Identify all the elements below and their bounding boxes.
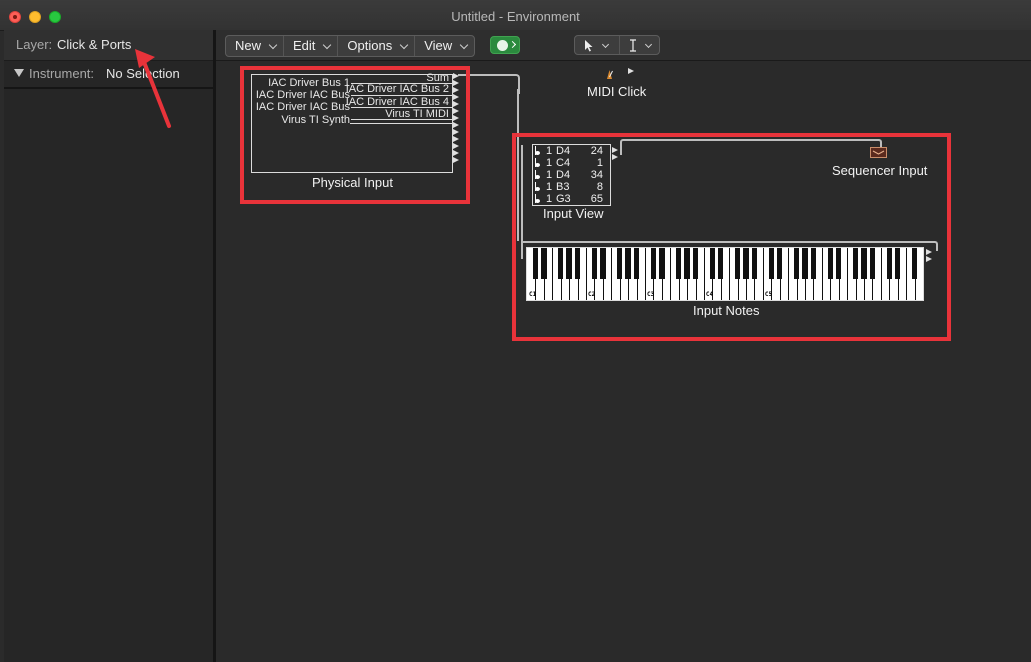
- midi-thru-button[interactable]: [490, 36, 520, 54]
- text-tool-icon[interactable]: [628, 39, 638, 52]
- pointer-tool-icon[interactable]: [584, 39, 594, 52]
- disclosure-triangle-icon[interactable]: [14, 69, 24, 77]
- highlight-frame-input-objects: [512, 133, 951, 341]
- chevron-down-icon: [399, 40, 409, 50]
- chevron-down-icon: [268, 40, 278, 50]
- edit-menu-label: Edit: [293, 38, 316, 53]
- annotation-arrow-icon: [135, 49, 171, 128]
- view-menu[interactable]: View: [415, 36, 474, 56]
- environment-canvas[interactable]: IAC Driver Bus 1 IAC Driver IAC Bus IAC …: [216, 61, 1031, 662]
- environment-toolbar: New Edit Options View: [216, 30, 1031, 61]
- instrument-label: Instrument:: [29, 66, 95, 81]
- options-menu[interactable]: Options: [338, 36, 416, 56]
- chevron-down-icon: [459, 40, 469, 50]
- tool-separator: [619, 36, 620, 54]
- title-bar: Untitled - Environment: [0, 0, 1031, 31]
- chevron-down-icon[interactable]: [644, 40, 653, 49]
- local-menu-bar: New Edit Options View: [225, 35, 476, 57]
- layer-label: Layer:: [16, 37, 53, 52]
- chevron-down-icon: [323, 40, 332, 50]
- midi-click-outlet[interactable]: [628, 68, 634, 75]
- chevron-right-icon: [508, 40, 517, 49]
- view-menu-label: View: [424, 38, 453, 53]
- instrument-disclosure[interactable]: Instrument: No Selection: [4, 61, 213, 89]
- inspector-panel: Layer: Click & Ports Instrument: No Sele…: [4, 30, 213, 662]
- layer-selector[interactable]: Layer: Click & Ports: [4, 30, 213, 61]
- metronome-icon[interactable]: [605, 69, 614, 80]
- window-title: Untitled - Environment: [451, 9, 580, 24]
- tool-menus: [574, 35, 660, 55]
- midi-click-label[interactable]: MIDI Click: [587, 84, 646, 99]
- edit-menu[interactable]: Edit: [284, 36, 339, 56]
- options-menu-label: Options: [347, 38, 393, 53]
- new-menu[interactable]: New: [226, 36, 285, 56]
- layer-value[interactable]: Click & Ports: [57, 37, 131, 52]
- highlight-frame-physical-input: [240, 66, 470, 204]
- new-menu-label: New: [235, 38, 262, 53]
- chevron-down-icon[interactable]: [601, 40, 610, 49]
- midi-port-icon: [497, 40, 508, 51]
